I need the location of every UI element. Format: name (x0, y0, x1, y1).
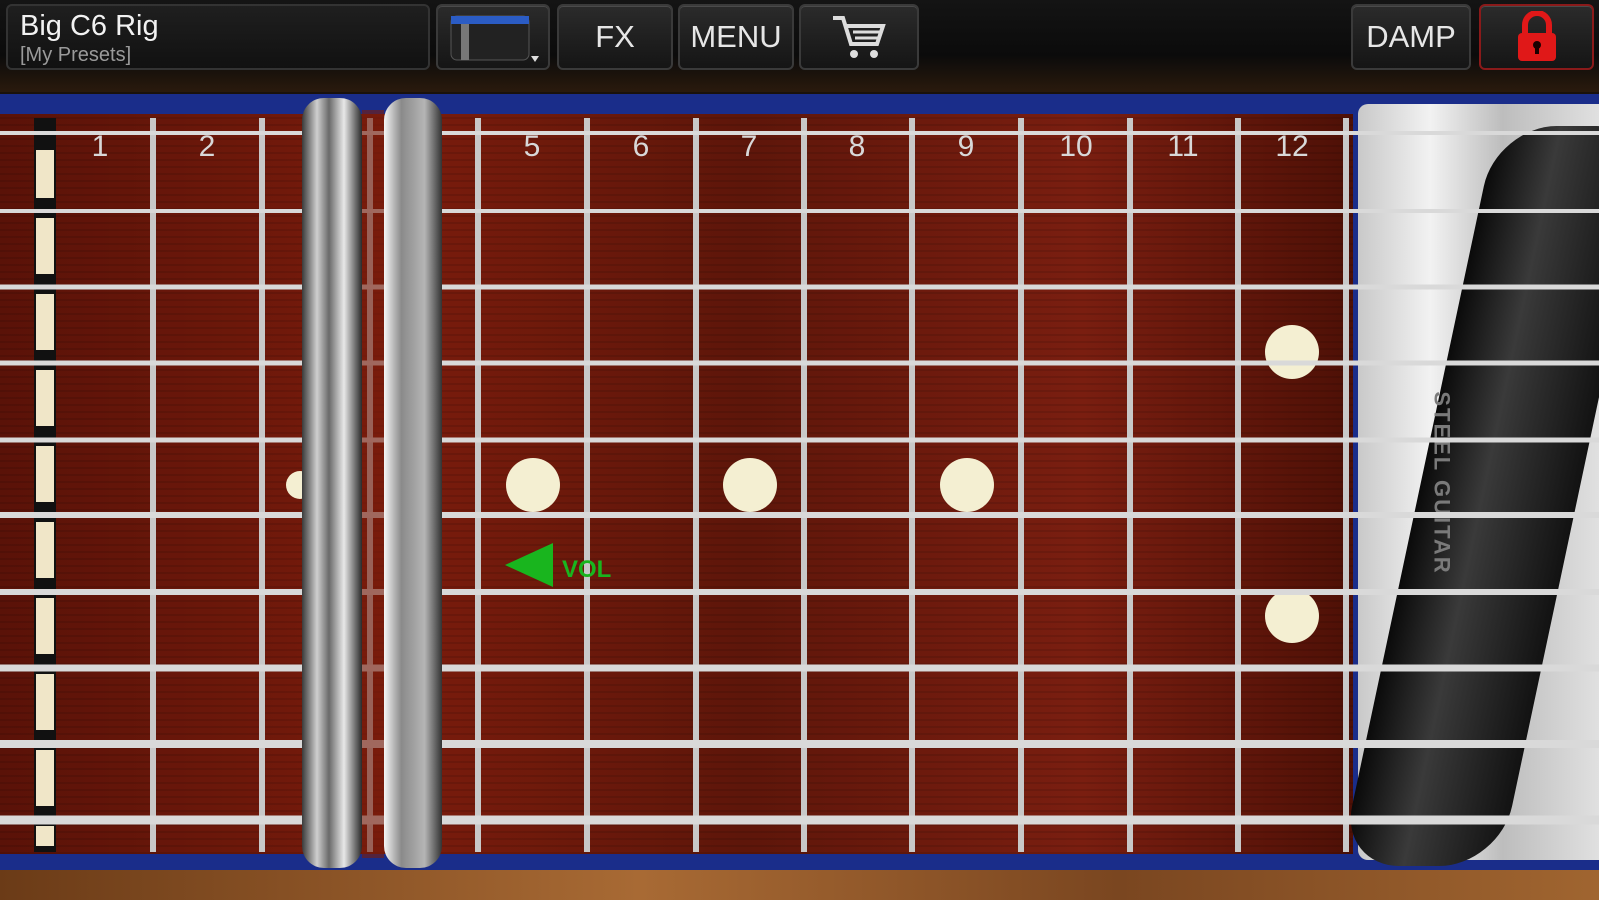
volume-indicator[interactable]: VOL (505, 543, 611, 587)
inlay-dot (506, 458, 560, 512)
inlay-dot (723, 458, 777, 512)
inlay-dot (1265, 589, 1319, 643)
inlay-dot (1265, 325, 1319, 379)
steel-bar[interactable] (302, 98, 442, 868)
strings[interactable] (0, 131, 1599, 825)
volume-arrow-icon (505, 543, 553, 587)
fretboard-overlay[interactable]: 1 2 5 6 7 8 9 10 11 12 VOL (0, 0, 1599, 900)
inlay-dot (940, 458, 994, 512)
volume-label: VOL (562, 556, 611, 583)
